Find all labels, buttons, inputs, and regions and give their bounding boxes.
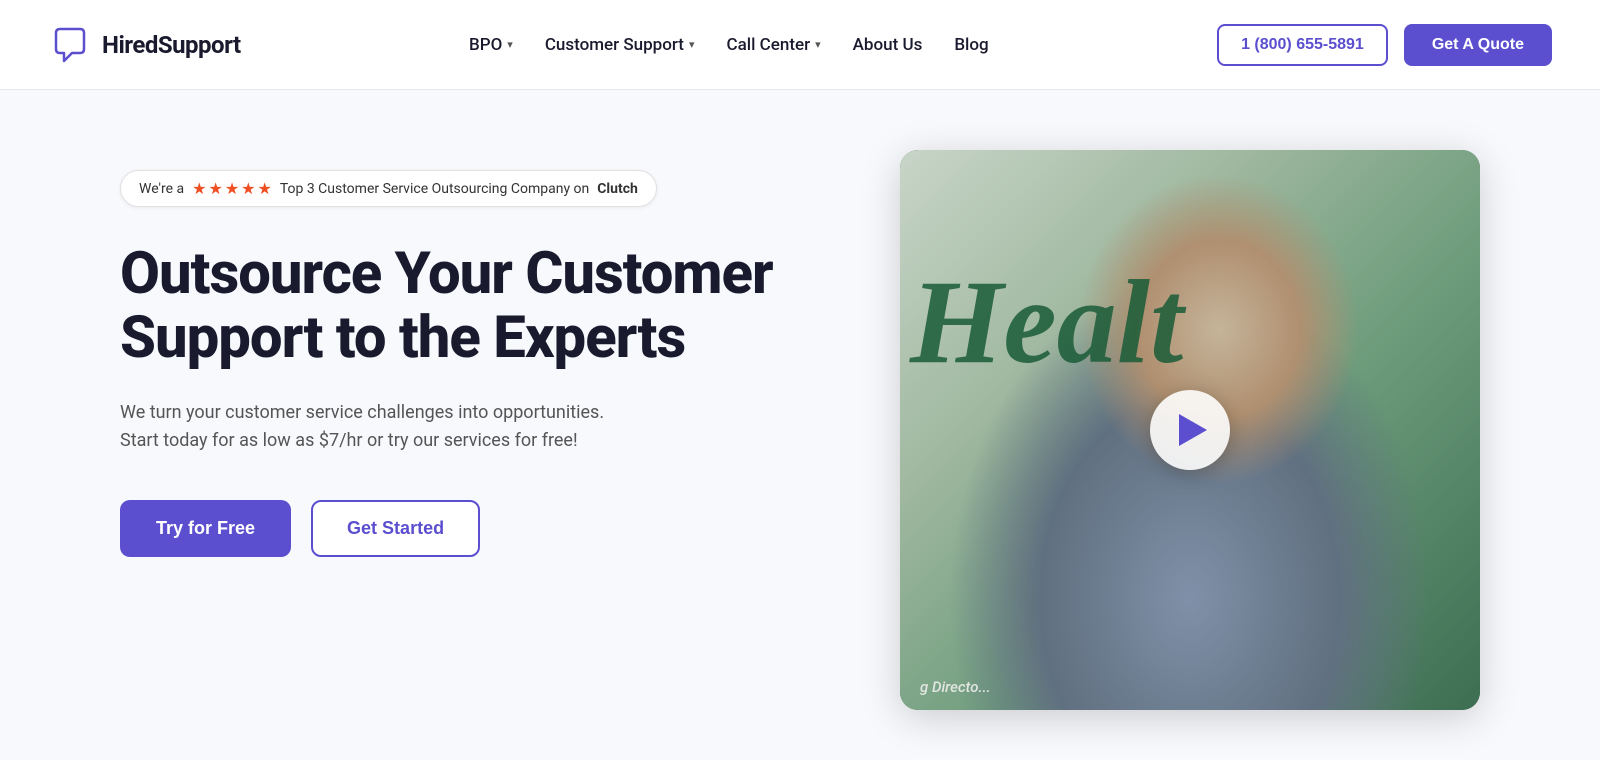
navbar-cta-area: 1 (800) 655-5891 Get A Quote	[1217, 24, 1552, 66]
star-4: ★	[241, 179, 255, 198]
logo-icon	[48, 23, 92, 67]
play-icon	[1179, 414, 1207, 446]
logo-area[interactable]: HiredSupport	[48, 23, 241, 67]
star-5: ★	[258, 179, 272, 198]
star-1: ★	[192, 179, 206, 198]
nav-menu: BPO ▾ Customer Support ▾ Call Center ▾ A…	[469, 35, 989, 55]
logo-text: HiredSupport	[102, 31, 241, 59]
bpo-chevron-icon: ▾	[507, 38, 513, 51]
phone-button[interactable]: 1 (800) 655-5891	[1217, 24, 1388, 66]
get-quote-button[interactable]: Get A Quote	[1404, 24, 1552, 66]
get-started-button[interactable]: Get Started	[311, 500, 480, 557]
badge-brand-name: Clutch	[597, 181, 638, 197]
rating-badge: We're a ★ ★ ★ ★ ★ Top 3 Customer Service…	[120, 170, 657, 207]
customer-support-chevron-icon: ▾	[689, 38, 695, 51]
video-background-text: Healt	[900, 262, 1480, 382]
hero-content: We're a ★ ★ ★ ★ ★ Top 3 Customer Service…	[120, 150, 800, 557]
badge-prefix-text: We're a	[139, 181, 184, 197]
nav-item-about-us[interactable]: About Us	[853, 35, 923, 55]
nav-item-blog[interactable]: Blog	[954, 35, 988, 55]
star-rating: ★ ★ ★ ★ ★	[192, 179, 272, 198]
play-button[interactable]	[1150, 390, 1230, 470]
star-3: ★	[225, 179, 239, 198]
navbar: HiredSupport BPO ▾ Customer Support ▾ Ca…	[0, 0, 1600, 90]
video-caption-text: g Directo...	[920, 678, 991, 696]
badge-suffix-text: Top 3 Customer Service Outsourcing Compa…	[280, 181, 589, 197]
hero-title: Outsource Your Customer Support to the E…	[120, 243, 800, 371]
hero-section: We're a ★ ★ ★ ★ ★ Top 3 Customer Service…	[0, 90, 1600, 760]
try-for-free-button[interactable]: Try for Free	[120, 500, 291, 557]
nav-item-call-center[interactable]: Call Center ▾	[727, 35, 821, 55]
nav-item-bpo[interactable]: BPO ▾	[469, 35, 513, 55]
hero-cta-buttons: Try for Free Get Started	[120, 500, 800, 557]
video-thumbnail[interactable]: Healt g Directo...	[900, 150, 1480, 710]
hero-subtitle: We turn your customer service challenges…	[120, 399, 640, 457]
call-center-chevron-icon: ▾	[815, 38, 821, 51]
star-2: ★	[208, 179, 222, 198]
hero-video-area: Healt g Directo...	[800, 150, 1480, 710]
nav-item-customer-support[interactable]: Customer Support ▾	[545, 35, 695, 55]
